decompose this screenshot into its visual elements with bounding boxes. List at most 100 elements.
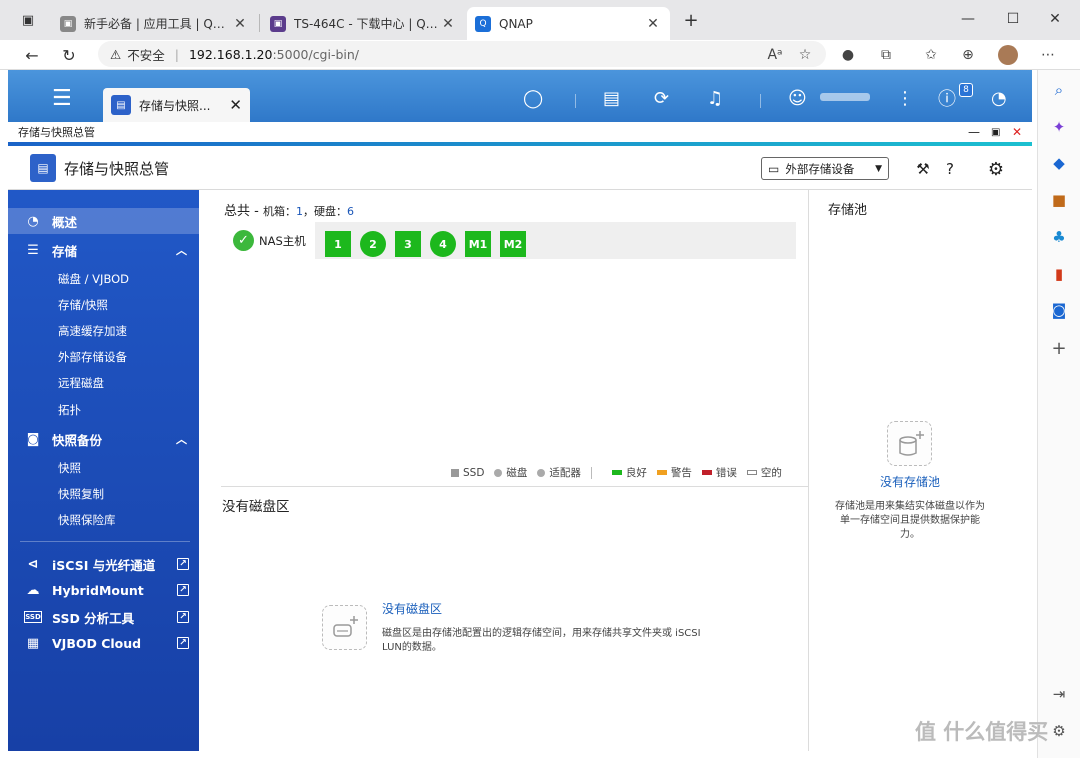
help-icon[interactable]: ? <box>938 157 962 181</box>
close-icon[interactable]: ✕ <box>644 16 662 32</box>
settings-icon[interactable]: ⚙ <box>1046 718 1072 744</box>
extensions-icon[interactable]: ⧉ <box>873 42 899 68</box>
create-volume-link[interactable]: 没有磁盘区 <box>382 600 442 617</box>
main-menu-icon[interactable]: ☰ <box>52 84 72 112</box>
enclosure-summary: 总共 - 机箱：1，硬盘：6 <box>224 200 354 219</box>
sidebar-item-label: 存储/快照 <box>58 298 108 312</box>
sidebar-item-label: 拓扑 <box>58 403 81 417</box>
add-icon[interactable]: + <box>1046 335 1072 361</box>
external-drive-icon: ▭ <box>768 161 780 176</box>
create-pool-link[interactable]: 没有存储池 <box>840 473 980 490</box>
browser-tab-title: 新手必备 | 应用工具 | QNAP <box>84 17 231 31</box>
external-link-icon: ↗ <box>177 558 189 570</box>
legend-adapter: 适配器 <box>537 465 581 480</box>
sidebar-item-snapshot-backup[interactable]: ◙ 快照备份 ︿ <box>8 426 199 452</box>
search-icon[interactable]: ⌕ <box>1046 77 1072 103</box>
browser-tab-1[interactable]: ▣ 新手必备 | 应用工具 | QNAP ✕ <box>52 7 257 40</box>
diagnostics-icon[interactable]: ⚒ <box>911 157 935 181</box>
sidebar-link-ssd-profiling[interactable]: SSD SSD 分析工具 ↗ <box>8 604 199 630</box>
shopping-tag-icon[interactable]: ◆ <box>1046 150 1072 176</box>
notification-badge: 8 <box>959 83 973 97</box>
search-icon[interactable]: ◯ <box>523 84 543 112</box>
sidebar-item-topology[interactable]: 拓扑 <box>8 397 199 423</box>
notification-bell-icon[interactable]: ♫ <box>707 84 723 112</box>
legend-separator <box>590 466 602 479</box>
sidebar-item-external-storage[interactable]: 外部存储设备 <box>8 344 199 370</box>
more-options-icon[interactable]: ⋮ <box>896 84 914 112</box>
restore-app-icon[interactable]: ▣ <box>991 122 1000 142</box>
sidebar-toggle-icon[interactable]: ⇥ <box>1046 681 1072 707</box>
watermark: 值 什么值得买 <box>915 720 1049 744</box>
more-menu-icon[interactable]: ⋯ <box>1035 42 1061 68</box>
read-aloud-icon[interactable]: Aᵃ <box>762 42 788 68</box>
sidebar-item-snapshot[interactable]: 快照 <box>8 455 199 481</box>
add-volume-icon[interactable] <box>322 605 367 650</box>
check-icon: ✓ <box>233 230 254 251</box>
disk-slot-3[interactable]: 3 <box>395 231 421 257</box>
sidebar-item-storage-snapshots[interactable]: 存储/快照 <box>8 292 199 318</box>
app-tab-storage[interactable]: ▤ 存储与快照... ✕ <box>103 88 250 122</box>
office-icon[interactable]: ▮ <box>1046 261 1072 287</box>
external-device-dropdown[interactable]: ▭ 外部存储设备 ▼ <box>761 157 889 180</box>
disk-slot-m1[interactable]: M1 <box>465 231 491 257</box>
legend-label: 良好 <box>625 467 647 479</box>
tools-icon[interactable]: ■ <box>1046 187 1072 213</box>
sidebar-link-iscsi[interactable]: ⊲ iSCSI 与光纤通道 ↗ <box>8 551 199 577</box>
disk-slot-2[interactable]: 2 <box>360 231 386 257</box>
refresh-icon[interactable]: ↻ <box>55 42 83 68</box>
sidebar-item-remote-disk[interactable]: 远程磁盘 <box>8 370 199 396</box>
user-icon[interactable]: ☺ <box>788 84 807 112</box>
sidebar: ◔ 概述 ☰ 存储 ︿ 磁盘 / VJBOD 存储/快照 高速缓存加速 外部存储… <box>8 190 199 751</box>
close-icon[interactable]: ✕ <box>229 96 242 114</box>
sidebar-item-disks-vjbod[interactable]: 磁盘 / VJBOD <box>8 266 199 292</box>
close-icon[interactable]: ✕ <box>231 16 249 32</box>
outlook-icon[interactable]: ◙ <box>1046 297 1072 323</box>
tab-actions-icon[interactable]: ▣ <box>15 7 41 33</box>
disk-count: 6 <box>346 205 354 218</box>
gauge-icon: ◔ <box>27 213 39 229</box>
new-tab-icon[interactable]: + <box>678 7 704 33</box>
sidebar-link-vjbod-cloud[interactable]: ▦ VJBOD Cloud ↗ <box>8 630 199 656</box>
sidebar-item-cache-acceleration[interactable]: 高速缓存加速 <box>8 318 199 344</box>
copilot-icon[interactable]: ✦ <box>1046 114 1072 140</box>
chevron-down-icon: ▼ <box>875 163 882 174</box>
avatar[interactable] <box>995 42 1021 68</box>
sync-icon[interactable]: ⟳ <box>654 84 669 112</box>
nas-host-status[interactable]: ✓ NAS主机 <box>233 230 306 251</box>
close-window-icon[interactable]: ✕ <box>1040 6 1070 32</box>
close-icon[interactable]: ✕ <box>439 16 457 32</box>
minimize-window-icon[interactable]: — <box>953 6 983 32</box>
sidebar-link-hybridmount[interactable]: ☁ HybridMount ↗ <box>8 577 199 603</box>
favorite-star-icon[interactable]: ☆ <box>792 42 818 68</box>
gear-icon[interactable]: ⚙ <box>984 157 1008 181</box>
back-icon[interactable]: ← <box>18 42 46 68</box>
sidebar-item-storage[interactable]: ☰ 存储 ︿ <box>8 237 199 263</box>
collections-icon[interactable]: ⊕ <box>955 42 981 68</box>
background-tasks-icon[interactable]: ▤ <box>603 84 620 112</box>
maximize-window-icon[interactable]: ☐ <box>998 6 1028 32</box>
url-field[interactable]: ⚠ 不安全 | 192.168.1.20 :5000/cgi-bin/ <box>98 41 826 67</box>
sidebar-item-snapshot-vault[interactable]: 快照保险库 <box>8 507 199 533</box>
pool-description: 存储池是用来集结实体磁盘以作为单一存储空间且提供数据保护能力。 <box>835 501 985 540</box>
disk-slot-4[interactable]: 4 <box>430 231 456 257</box>
minimize-app-icon[interactable]: — <box>968 122 980 142</box>
legend-label: SSD <box>463 466 485 479</box>
favorites-icon[interactable]: ✩ <box>918 42 944 68</box>
disk-slot-m2[interactable]: M2 <box>500 231 526 257</box>
nas-host-label: NAS主机 <box>259 233 306 248</box>
dashboard-gauge-icon[interactable]: ◔ <box>991 84 1007 112</box>
legend-warning: 警告 <box>656 465 692 480</box>
cookie-extension-icon[interactable]: ● <box>835 42 861 68</box>
info-icon[interactable]: ⓘ <box>938 84 956 112</box>
vjbod-cloud-icon: ▦ <box>26 635 40 651</box>
games-icon[interactable]: ♣ <box>1046 224 1072 250</box>
close-app-icon[interactable]: ✕ <box>1012 122 1022 142</box>
sidebar-item-overview[interactable]: ◔ 概述 <box>8 208 199 234</box>
browser-tab-2[interactable]: ▣ TS-464C - 下载中心 | QNAP ✕ <box>262 7 465 40</box>
disk-slot-1[interactable]: 1 <box>325 231 351 257</box>
browser-tab-strip: ▣ ▣ 新手必备 | 应用工具 | QNAP ✕ ▣ TS-464C - 下载中… <box>0 0 1080 40</box>
sidebar-item-snapshot-replica[interactable]: 快照复制 <box>8 481 199 507</box>
add-pool-icon[interactable] <box>887 421 932 466</box>
warning-swatch <box>656 470 667 475</box>
browser-tab-3[interactable]: Q QNAP ✕ <box>467 7 670 40</box>
